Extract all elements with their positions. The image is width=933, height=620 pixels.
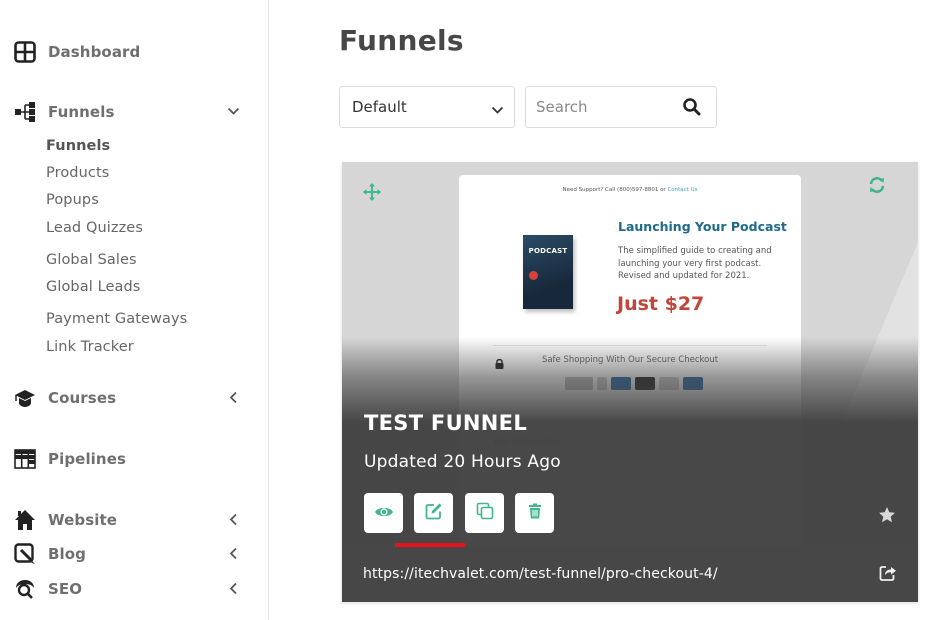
sidebar-item-label: Website — [48, 511, 118, 529]
sidebar-subitem-funnels[interactable]: Funnels — [46, 138, 110, 154]
duplicate-funnel-button[interactable] — [465, 493, 504, 533]
chevron-left-icon[interactable] — [226, 512, 240, 526]
sidebar-item-courses[interactable]: Courses — [14, 384, 254, 412]
graduation-cap-icon — [14, 387, 36, 409]
sidebar-subitem-payment-gateways[interactable]: Payment Gateways — [46, 311, 187, 327]
view-funnel-button[interactable] — [364, 493, 403, 533]
sidebar-item-funnels[interactable]: Funnels — [14, 98, 254, 126]
card-overlay — [342, 162, 918, 602]
funnel-url-link[interactable]: https://itechvalet.com/test-funnel/pro-c… — [363, 566, 718, 582]
sidebar-subitem-link-tracker[interactable]: Link Tracker — [46, 339, 134, 355]
star-icon[interactable] — [878, 506, 896, 524]
chevron-left-icon[interactable] — [226, 390, 240, 404]
dashboard-grid-icon — [14, 41, 36, 63]
edit-square-icon — [14, 543, 36, 565]
eye-icon — [374, 504, 394, 523]
search-icon[interactable] — [682, 97, 702, 117]
pipeline-columns-icon — [14, 448, 36, 470]
funnel-filter-select[interactable]: Default — [339, 86, 515, 128]
edit-funnel-button[interactable] — [414, 493, 453, 533]
sidebar-item-seo[interactable]: SEO — [14, 575, 254, 603]
page-title: Funnels — [339, 24, 464, 57]
sidebar-subitem-popups[interactable]: Popups — [46, 192, 99, 208]
sidebar-subitem-global-leads[interactable]: Global Leads — [46, 279, 140, 295]
trash-icon — [528, 503, 542, 523]
share-icon[interactable] — [879, 564, 897, 582]
edit-icon — [425, 502, 443, 524]
copy-icon — [476, 502, 494, 524]
funnel-url-bar: https://itechvalet.com/test-funnel/pro-c… — [342, 547, 918, 602]
sidebar-item-label: SEO — [48, 580, 83, 598]
funnel-hierarchy-icon — [14, 101, 36, 123]
sidebar-subitem-global-sales[interactable]: Global Sales — [46, 252, 137, 268]
move-arrows-icon[interactable] — [362, 182, 382, 202]
chevron-down-icon[interactable] — [226, 104, 240, 118]
funnel-card: Need Support? Call (800)597-8801 or Cont… — [342, 162, 918, 602]
search-box — [525, 86, 717, 128]
sidebar-item-label: Dashboard — [48, 43, 141, 61]
sidebar-item-label: Funnels — [48, 103, 115, 121]
house-icon — [14, 509, 36, 531]
chevron-down-icon — [491, 101, 504, 119]
sidebar-item-blog[interactable]: Blog — [14, 540, 254, 568]
funnel-updated-time: Updated 20 Hours Ago — [364, 452, 561, 472]
sidebar-subitem-products[interactable]: Products — [46, 165, 109, 181]
sidebar-item-pipelines[interactable]: Pipelines — [14, 445, 254, 473]
filter-selected-value: Default — [352, 98, 407, 116]
search-input[interactable] — [526, 87, 676, 127]
funnel-name[interactable]: TEST FUNNEL — [364, 411, 527, 435]
delete-funnel-button[interactable] — [515, 493, 554, 533]
sidebar: Dashboard Funnels Funnels Products Popup… — [0, 0, 269, 620]
seo-search-icon — [14, 578, 36, 600]
sidebar-item-label: Pipelines — [48, 450, 127, 468]
sidebar-item-website[interactable]: Website — [14, 506, 254, 534]
refresh-icon[interactable] — [868, 176, 886, 194]
sidebar-item-dashboard[interactable]: Dashboard — [14, 38, 254, 66]
chevron-left-icon[interactable] — [226, 546, 240, 560]
chevron-left-icon[interactable] — [226, 581, 240, 595]
sidebar-subitem-lead-quizzes[interactable]: Lead Quizzes — [46, 220, 143, 236]
sidebar-item-label: Blog — [48, 545, 87, 563]
sidebar-item-label: Courses — [48, 389, 117, 407]
